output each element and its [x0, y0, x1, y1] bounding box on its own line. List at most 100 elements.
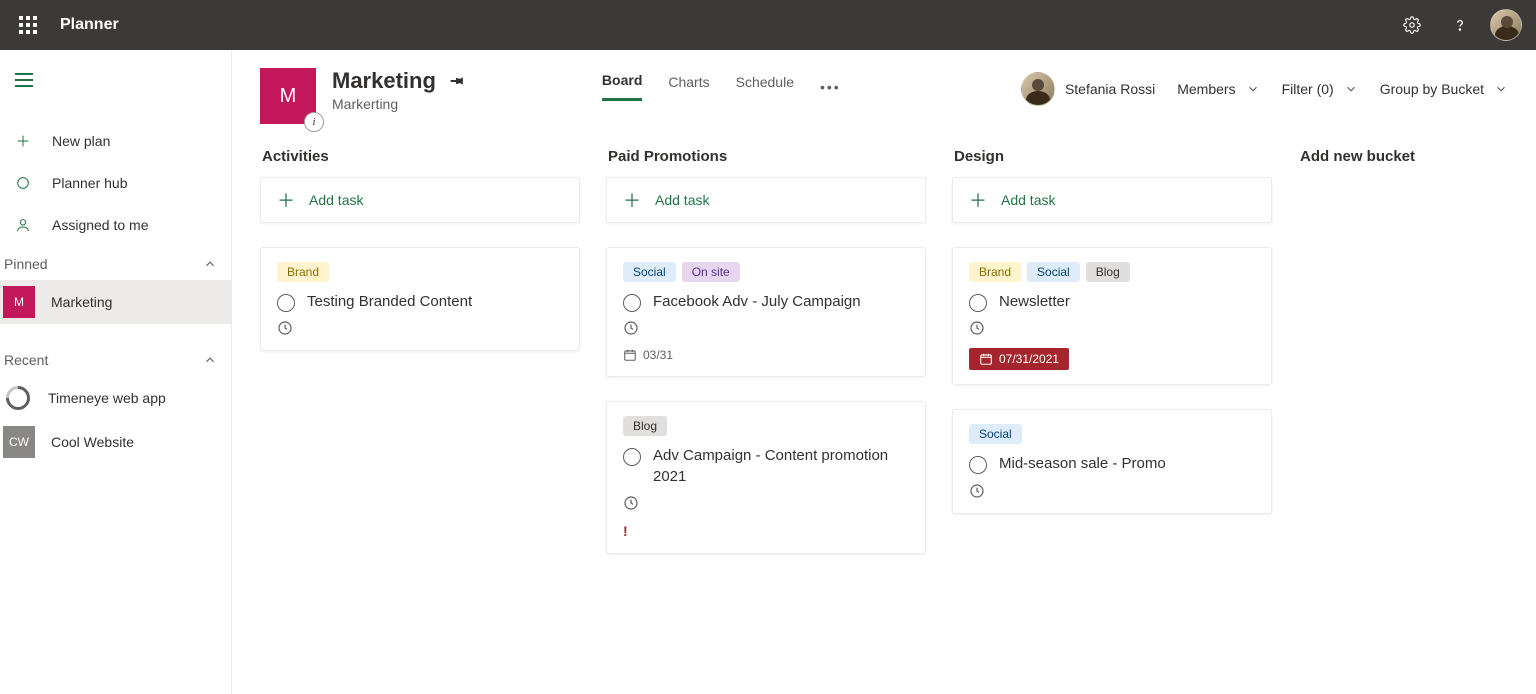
tag-social: Social	[1027, 262, 1080, 282]
tag-row: Brand Social Blog	[969, 262, 1255, 282]
add-task-label: Add task	[1001, 192, 1055, 208]
add-task-button[interactable]: ＋ Add task	[606, 177, 926, 223]
chevron-down-icon	[1494, 82, 1508, 96]
bucket: Paid Promotions ＋ Add task Social On site…	[606, 144, 926, 694]
tag-row: Social On site	[623, 262, 909, 282]
tag-blog: Blog	[623, 416, 667, 436]
app-name: Planner	[60, 16, 119, 34]
task-card[interactable]: Blog Adv Campaign - Content promotion 20…	[606, 401, 926, 554]
plan-subtitle: Markerting	[332, 96, 466, 112]
add-bucket-label: Add new bucket	[1298, 144, 1508, 165]
add-task-label: Add task	[655, 192, 709, 208]
task-title: Adv Campaign - Content promotion 2021	[653, 446, 909, 487]
complete-checkbox[interactable]	[623, 294, 641, 312]
circle-icon	[14, 174, 32, 192]
user-name: Stefania Rossi	[1065, 81, 1155, 97]
complete-checkbox[interactable]	[969, 294, 987, 312]
dd-label: Members	[1177, 81, 1235, 97]
filter-dropdown[interactable]: Filter (0)	[1282, 81, 1358, 97]
pinned-plan-marketing[interactable]: M Marketing	[0, 280, 231, 324]
info-icon[interactable]: i	[304, 112, 324, 132]
tag-brand: Brand	[969, 262, 1021, 282]
bucket-title: Design	[952, 144, 1272, 177]
due-date: 03/31	[643, 348, 673, 362]
bucket-title: Paid Promotions	[606, 144, 926, 177]
tab-schedule[interactable]: Schedule	[736, 74, 794, 100]
plan-badge-initial: M	[280, 85, 297, 108]
bucket: Design ＋ Add task Brand Social Blog Newsle…	[952, 144, 1272, 694]
page-header: M i Marketing Markerting Board Charts Sc…	[260, 68, 1508, 124]
recent-section-header[interactable]: Recent	[0, 342, 231, 376]
tag-social: Social	[623, 262, 676, 282]
task-title: Facebook Adv - July Campaign	[653, 292, 861, 312]
topbar: Planner	[0, 0, 1536, 50]
pin-icon[interactable]	[444, 68, 469, 93]
plus-icon: ＋	[969, 187, 987, 213]
user-avatar-icon[interactable]	[1490, 9, 1522, 41]
nav-planner-hub[interactable]: Planner hub	[0, 162, 231, 204]
tag-social: Social	[969, 424, 1022, 444]
task-title: Newsletter	[999, 292, 1070, 312]
plan-badge: M	[3, 286, 35, 318]
card-footer: 03/31	[623, 348, 909, 362]
tab-charts[interactable]: Charts	[668, 74, 709, 100]
chevron-up-icon[interactable]	[203, 257, 217, 271]
clock-icon	[623, 320, 909, 336]
section-label: Recent	[4, 352, 48, 368]
tag-onsite: On site	[682, 262, 740, 282]
nav-label: New plan	[52, 133, 110, 149]
urgent-icon: !	[623, 523, 909, 539]
nav-new-plan[interactable]: New plan	[0, 120, 231, 162]
tag-blog: Blog	[1086, 262, 1130, 282]
tag-row: Brand	[277, 262, 563, 282]
tag-row: Social	[969, 424, 1255, 444]
hamburger-icon[interactable]	[0, 58, 48, 102]
gear-icon[interactable]	[1394, 7, 1430, 43]
app-launcher-icon[interactable]	[8, 5, 48, 45]
plan-badge: CW	[3, 426, 35, 458]
nav-label: Assigned to me	[52, 217, 149, 233]
user-avatar-icon	[1021, 72, 1055, 106]
clock-icon	[623, 495, 909, 511]
members-dropdown[interactable]: Members	[1177, 81, 1259, 97]
sidebar: New plan Planner hub Assigned to me Pinn…	[0, 50, 232, 694]
plan-label: Timeneye web app	[48, 390, 166, 406]
clock-icon	[969, 483, 1255, 499]
calendar-icon	[623, 348, 637, 362]
chevron-up-icon[interactable]	[203, 353, 217, 367]
nav-assigned-to-me[interactable]: Assigned to me	[0, 204, 231, 246]
tag-brand: Brand	[277, 262, 329, 282]
calendar-icon	[979, 352, 993, 366]
clock-icon	[969, 320, 1255, 336]
plan-label: Cool Website	[51, 434, 134, 450]
section-label: Pinned	[4, 256, 48, 272]
complete-checkbox[interactable]	[277, 294, 295, 312]
plan-big-badge: M i	[260, 68, 316, 124]
task-title: Testing Branded Content	[307, 292, 472, 312]
person-icon	[14, 216, 32, 234]
group-dropdown[interactable]: Group by Bucket	[1380, 81, 1508, 97]
bucket: Activities ＋ Add task Brand Testing Bran…	[260, 144, 580, 694]
chevron-down-icon	[1344, 82, 1358, 96]
task-card[interactable]: Social On site Facebook Adv - July Campai…	[606, 247, 926, 377]
tab-board[interactable]: Board	[602, 72, 642, 101]
add-task-button[interactable]: ＋ Add task	[952, 177, 1272, 223]
task-card[interactable]: Brand Testing Branded Content	[260, 247, 580, 351]
more-icon[interactable]: •••	[820, 79, 841, 95]
user-chip[interactable]: Stefania Rossi	[1021, 72, 1155, 106]
pinned-section-header[interactable]: Pinned	[0, 246, 231, 280]
add-task-button[interactable]: ＋ Add task	[260, 177, 580, 223]
task-card[interactable]: Social Mid-season sale - Promo	[952, 409, 1272, 513]
task-card[interactable]: BrandSocialBlog Newsletter 07/31/2021	[952, 247, 1272, 385]
dd-label: Filter (0)	[1282, 81, 1334, 97]
clock-icon	[277, 320, 563, 336]
recent-plan-timeneye[interactable]: Timeneye web app	[0, 376, 231, 420]
add-bucket[interactable]: Add new bucket	[1298, 144, 1508, 694]
plus-icon	[14, 132, 32, 150]
help-icon[interactable]	[1442, 7, 1478, 43]
plus-icon: ＋	[277, 187, 295, 213]
complete-checkbox[interactable]	[969, 456, 987, 474]
recent-plan-cool-website[interactable]: CW Cool Website	[0, 420, 231, 464]
plan-label: Marketing	[51, 294, 112, 310]
complete-checkbox[interactable]	[623, 448, 641, 466]
